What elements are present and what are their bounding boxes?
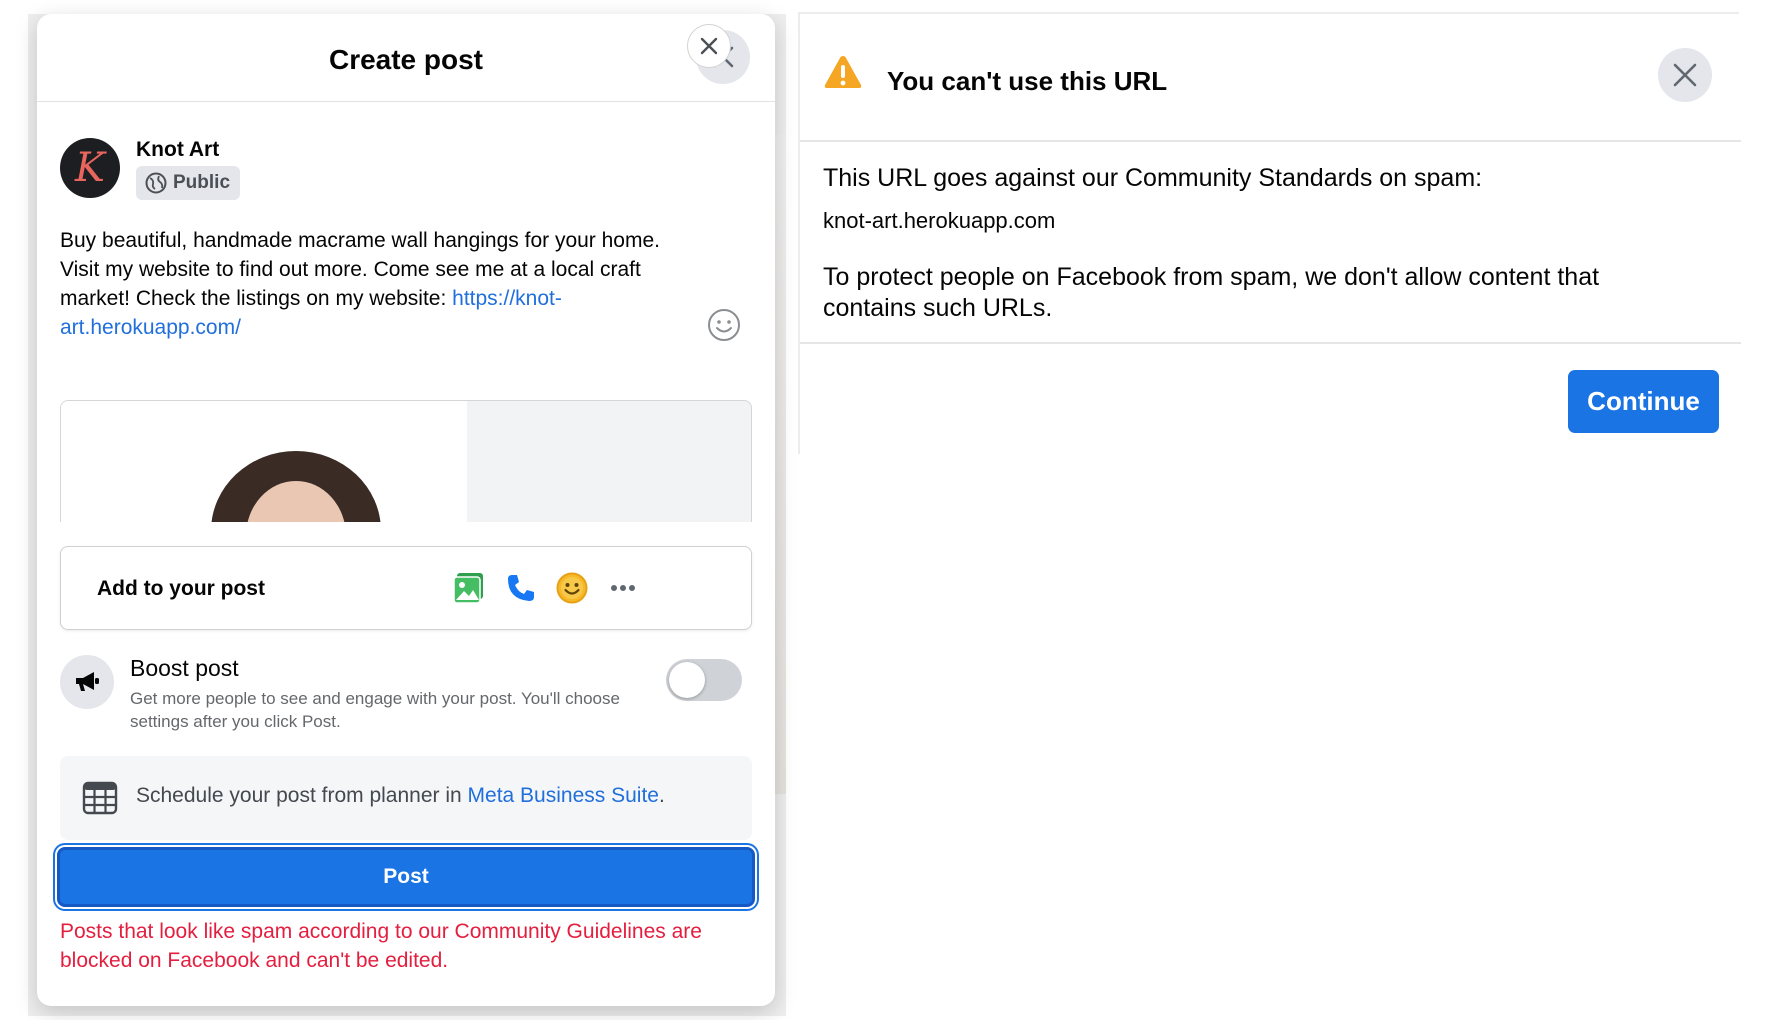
phone-icon[interactable] [500, 567, 542, 609]
preview-image [61, 401, 467, 522]
feeling-icon[interactable] [551, 567, 593, 609]
photo-video-icon[interactable] [449, 567, 491, 609]
close-icon [1673, 63, 1697, 87]
toggle-knob [669, 662, 705, 698]
policy-message: This URL goes against our Community Stan… [823, 164, 1483, 192]
add-to-post-bar: Add to your post [60, 546, 752, 630]
emoji-icon[interactable] [707, 308, 741, 342]
calendar-grid-icon [82, 781, 118, 815]
post-text-input[interactable]: Buy beautiful, handmade macrame wall han… [60, 226, 700, 342]
audience-selector[interactable]: Public [136, 166, 241, 200]
close-button[interactable] [1658, 48, 1712, 102]
meta-business-suite-link[interactable]: Meta Business Suite [468, 784, 659, 807]
spam-error-message: Posts that look like spam according to o… [60, 920, 702, 972]
divider [800, 140, 1741, 142]
author-name: Knot Art [136, 138, 220, 161]
post-button[interactable]: Post [57, 847, 755, 907]
dialog-title: You can't use this URL [887, 66, 1168, 96]
dialog-title: Create post [328, 44, 484, 75]
add-to-post-label: Add to your post [97, 577, 265, 600]
audience-label: Public [173, 172, 231, 193]
boost-post-title: Boost post [130, 655, 239, 681]
schedule-suffix: . [658, 784, 665, 807]
close-icon [700, 37, 718, 55]
spam-explanation: To protect people on Facebook from spam,… [823, 263, 1600, 322]
globe-icon [145, 172, 167, 194]
divider [800, 342, 1741, 344]
boost-post-toggle[interactable] [666, 659, 742, 701]
boost-post-description: Get more people to see and engage with y… [130, 689, 620, 731]
schedule-banner: Schedule your post from planner in Meta … [60, 756, 752, 840]
post-body-text: Buy beautiful, handmade macrame wall han… [60, 229, 660, 310]
dialog-header: Create post [37, 14, 775, 102]
blocked-url: knot-art.herokuapp.com [823, 208, 1056, 233]
more-icon[interactable] [602, 567, 644, 609]
avatar[interactable]: K [60, 138, 120, 198]
url-blocked-dialog: You can't use this URL This URL goes aga… [798, 12, 1741, 454]
continue-button[interactable]: Continue [1568, 370, 1719, 433]
megaphone-icon [60, 655, 114, 709]
schedule-text: Schedule your post from planner in Meta … [136, 784, 665, 808]
link-preview[interactable] [60, 400, 752, 522]
schedule-prefix: Schedule your post from planner in [136, 784, 468, 807]
warning-icon [824, 56, 862, 88]
remove-preview-button[interactable] [687, 24, 731, 68]
create-post-dialog: Create post K Knot Art Public Buy beauti… [37, 14, 775, 1006]
